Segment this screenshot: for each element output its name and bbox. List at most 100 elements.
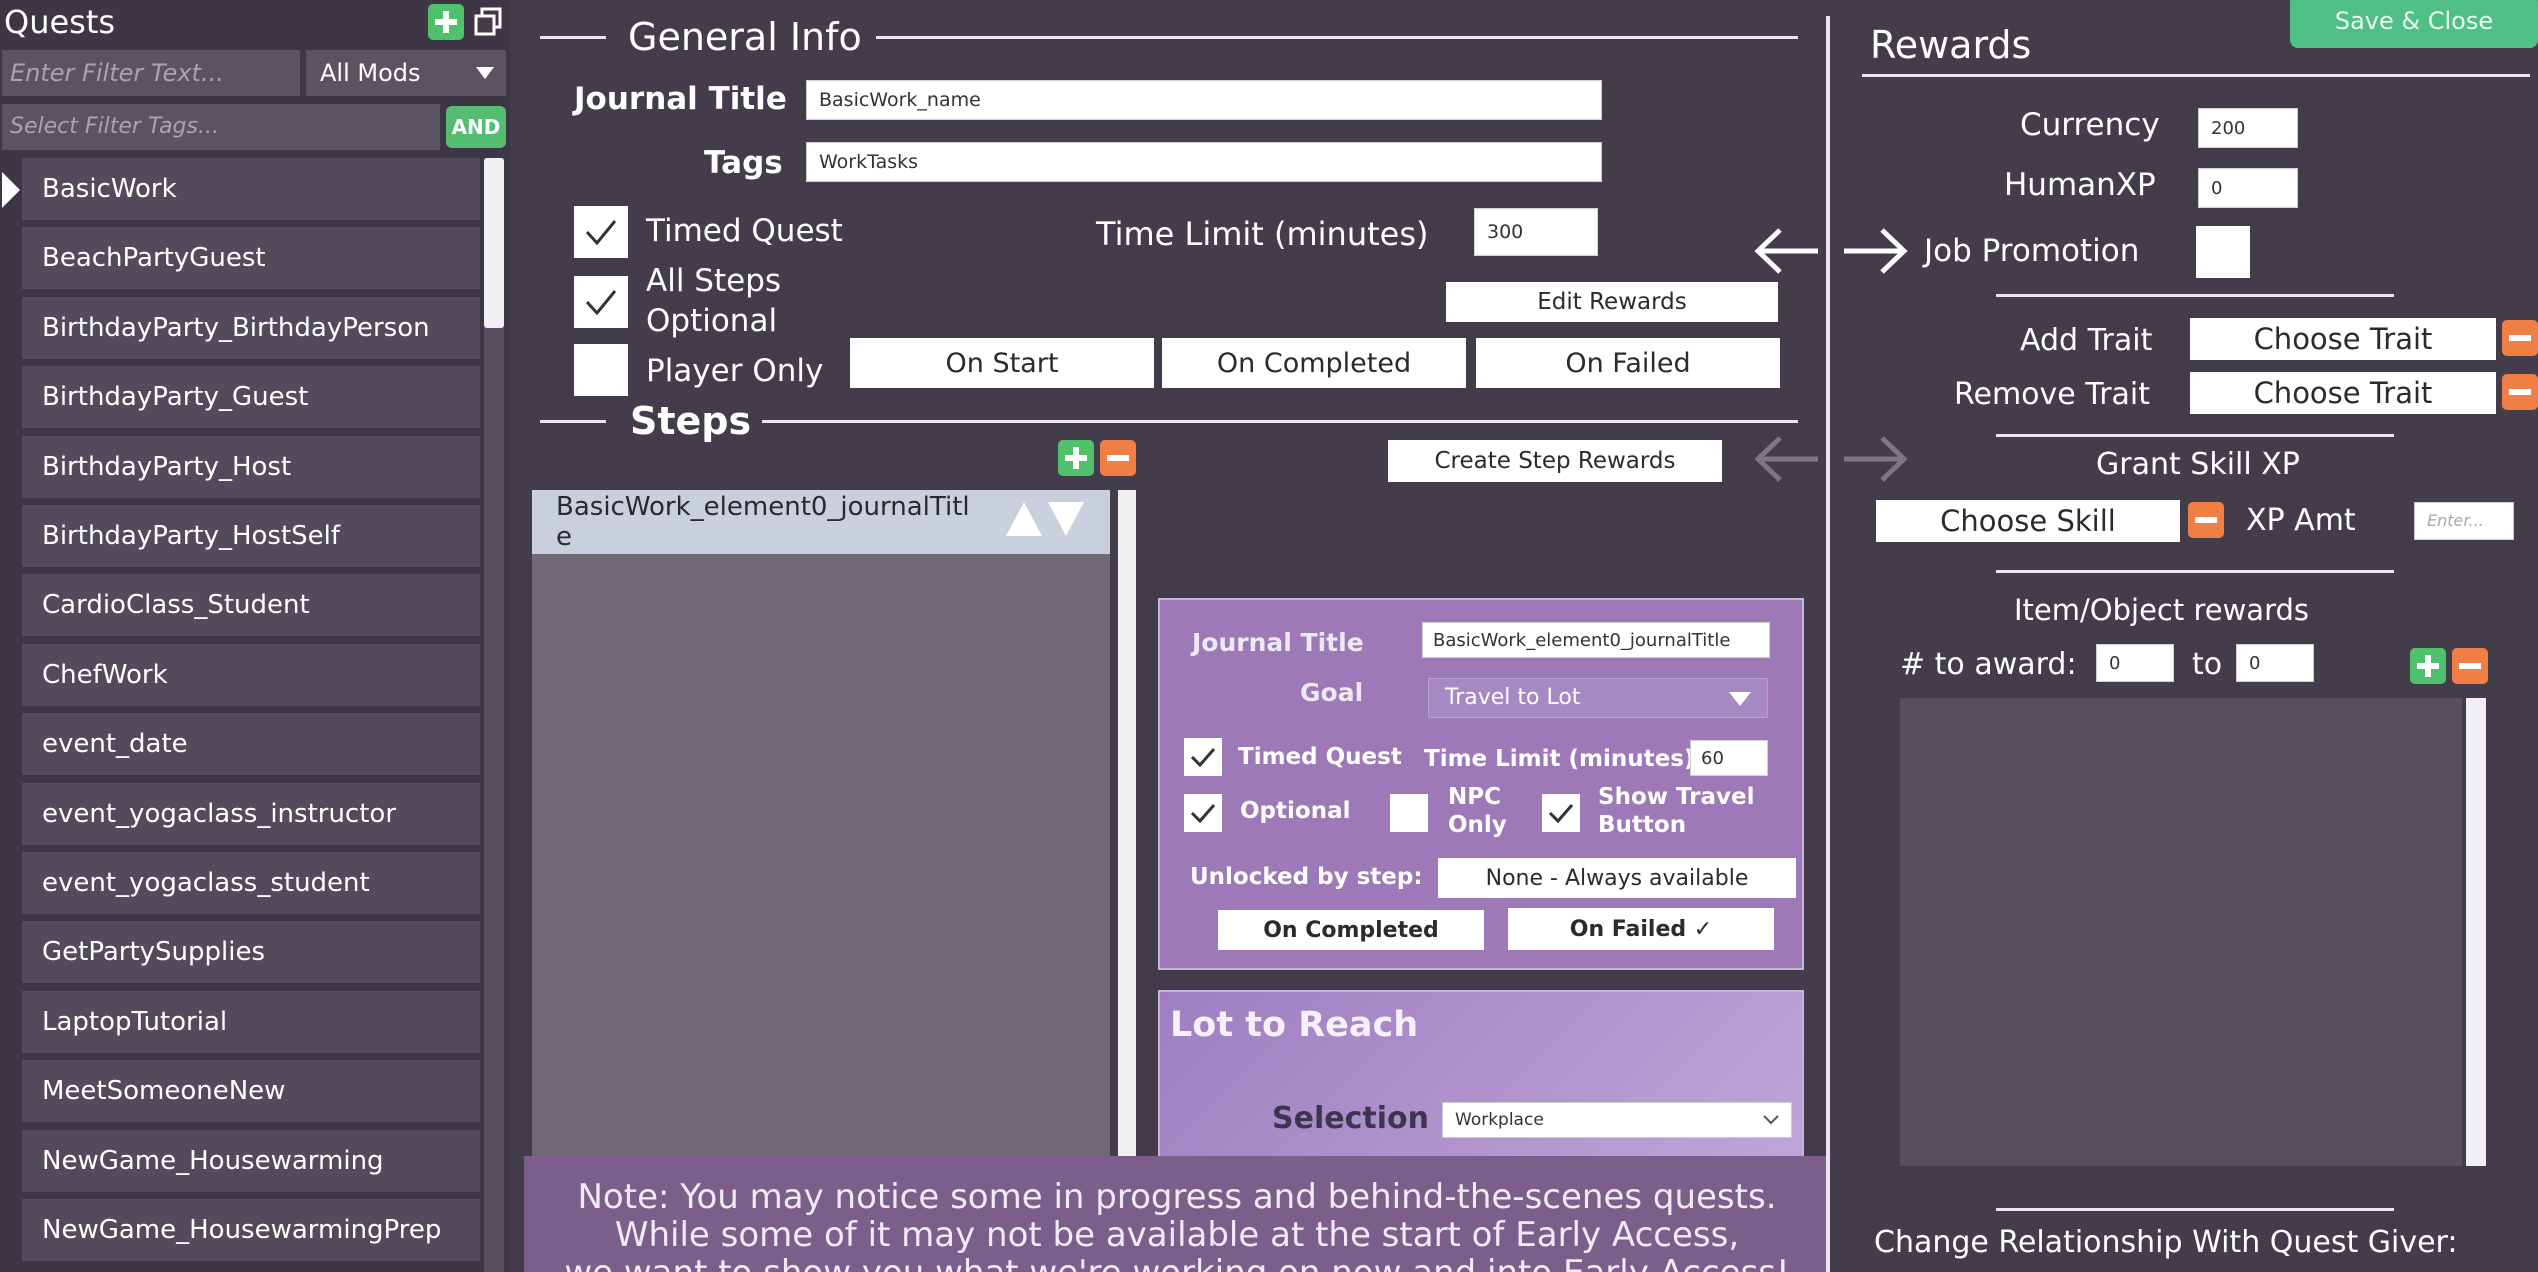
and-toggle-button[interactable]: AND	[446, 106, 506, 148]
job-promotion-label: Job Promotion	[1924, 233, 2140, 269]
quest-list-item[interactable]: BirthdayParty_HostSelf	[22, 505, 480, 567]
timed-quest-checkbox[interactable]	[574, 206, 628, 258]
arrow-right-icon[interactable]	[1840, 226, 1910, 276]
rewards-rule	[1862, 74, 2530, 77]
journal-title-input[interactable]: BasicWork_name	[806, 80, 1602, 120]
step-item-label-2: e	[556, 522, 572, 552]
to-award-to-input[interactable]: 0	[2236, 644, 2314, 682]
quest-list-scroll-thumb[interactable]	[484, 158, 504, 328]
plus-icon	[2417, 655, 2439, 677]
quest-list-item[interactable]: BirthdayParty_BirthdayPerson	[22, 296, 480, 359]
on-failed-button[interactable]: On Failed	[1476, 338, 1780, 388]
quest-list-item[interactable]: BirthdayParty_Guest	[22, 366, 480, 429]
remove-item-reward-button[interactable]	[2452, 648, 2488, 684]
player-only-checkbox[interactable]	[574, 344, 628, 396]
step-arrow-right-icon[interactable]	[1840, 434, 1910, 484]
to-award-from-input[interactable]: 0	[2096, 644, 2174, 682]
filter-tags-input[interactable]: Select Filter Tags...	[2, 104, 440, 150]
tags-input[interactable]: WorkTasks	[806, 142, 1602, 182]
quest-list-item[interactable]: BirthdayParty_Host	[22, 435, 480, 498]
step-timed-quest-checkbox[interactable]	[1184, 738, 1222, 776]
plus-icon	[1065, 447, 1087, 469]
step-journal-title-input[interactable]: BasicWork_element0_journalTitle	[1422, 622, 1770, 658]
steps-rule-right	[762, 420, 1798, 423]
move-down-icon[interactable]	[1048, 502, 1084, 536]
duplicate-quest-button[interactable]	[470, 4, 506, 40]
edit-rewards-button[interactable]: Edit Rewards	[1446, 282, 1778, 322]
minus-icon	[2509, 335, 2531, 341]
on-completed-button[interactable]: On Completed	[1162, 338, 1466, 388]
save-close-button[interactable]: Save & Close	[2290, 0, 2538, 48]
remove-add-trait-button[interactable]	[2502, 320, 2538, 356]
add-step-button[interactable]	[1058, 440, 1094, 476]
quest-list-item[interactable]: NewGame_Housewarming	[22, 1129, 480, 1192]
checkmark-icon	[585, 220, 617, 246]
steps-rule-left	[540, 420, 606, 423]
quest-list-item[interactable]: BasicWork	[22, 158, 480, 220]
remove-remove-trait-button[interactable]	[2502, 374, 2538, 410]
lot-selection-select[interactable]: Workplace	[1442, 1102, 1792, 1138]
quest-list-item[interactable]: BeachPartyGuest	[22, 227, 480, 290]
lot-selection-label: Selection	[1272, 1101, 1429, 1136]
quest-list-item[interactable]: CardioClass_Student	[22, 574, 480, 637]
add-quest-button[interactable]	[428, 4, 464, 40]
add-item-reward-button[interactable]	[2410, 648, 2446, 684]
on-start-button[interactable]: On Start	[850, 338, 1154, 388]
minus-icon	[2509, 389, 2531, 395]
add-trait-button[interactable]: Choose Trait	[2190, 318, 2496, 360]
filter-text-placeholder: Enter Filter Text...	[10, 59, 224, 87]
quest-list-item[interactable]: event_date	[22, 713, 480, 776]
and-toggle-label: AND	[451, 115, 501, 139]
step-arrow-left-icon[interactable]	[1752, 434, 1822, 484]
remove-trait-button[interactable]: Choose Trait	[2190, 372, 2496, 414]
panel-divider	[1826, 16, 1830, 1272]
job-promotion-checkbox[interactable]	[2196, 226, 2250, 278]
general-info-rule-right	[876, 36, 1798, 39]
quest-list-item[interactable]: LaptopTutorial	[22, 990, 480, 1053]
selected-arrow-icon	[2, 172, 20, 208]
remove-step-button[interactable]	[1100, 440, 1136, 476]
items-rule	[1996, 570, 2394, 573]
arrow-left-icon[interactable]	[1752, 226, 1822, 276]
to-award-label: # to award:	[1900, 647, 2077, 682]
mods-select[interactable]: All Mods	[306, 50, 506, 96]
quest-list-item[interactable]: MeetSomeoneNew	[22, 1060, 480, 1123]
minus-icon	[2459, 663, 2481, 669]
step-list	[532, 490, 1110, 1272]
quest-list-item[interactable]: GetPartySupplies	[22, 921, 480, 984]
currency-input[interactable]: 200	[2198, 108, 2298, 148]
time-limit-input[interactable]: 300	[1474, 208, 1598, 256]
item-rewards-heading: Item/Object rewards	[2014, 593, 2309, 627]
quest-list-item[interactable]: event_yogaclass_instructor	[22, 782, 480, 845]
quests-panel: Quests Enter Filter Text... All Mods Sel…	[0, 0, 510, 1272]
humanxp-input[interactable]: 0	[2198, 168, 2298, 208]
step-time-limit-input[interactable]: 60	[1690, 740, 1768, 776]
quest-list-item[interactable]: ChefWork	[22, 643, 480, 706]
move-up-icon[interactable]	[1006, 502, 1042, 536]
item-rewards-scrollbar[interactable]	[2466, 698, 2486, 1166]
step-on-completed-button[interactable]: On Completed	[1218, 910, 1484, 950]
quest-list-scrollbar[interactable]	[484, 158, 504, 1272]
step-show-travel-checkbox[interactable]	[1542, 794, 1580, 832]
quest-list-item[interactable]: event_yogaclass_student	[22, 852, 480, 914]
unlocked-by-step-button[interactable]: None - Always available	[1438, 858, 1796, 898]
remove-skill-button[interactable]	[2188, 502, 2224, 538]
xp-amt-input[interactable]: Enter...	[2414, 502, 2514, 540]
checkmark-icon	[1548, 804, 1574, 824]
create-step-rewards-button[interactable]: Create Step Rewards	[1388, 440, 1722, 482]
timed-quest-label: Timed Quest	[646, 213, 843, 249]
step-on-failed-button[interactable]: On Failed ✓	[1508, 908, 1774, 950]
step-optional-checkbox[interactable]	[1184, 794, 1222, 832]
player-only-label: Player Only	[646, 353, 824, 389]
checkmark-icon	[1190, 804, 1216, 824]
quest-list-item[interactable]: NewGame_HousewarmingPrep	[22, 1199, 480, 1261]
all-steps-optional-checkbox[interactable]	[574, 276, 628, 328]
choose-skill-button[interactable]: Choose Skill	[1876, 500, 2180, 542]
filter-text-input[interactable]: Enter Filter Text...	[2, 50, 300, 96]
relationship-rule	[1996, 1208, 2394, 1211]
step-goal-select[interactable]: Travel to Lot	[1428, 678, 1768, 718]
step-npc-only-checkbox[interactable]	[1390, 794, 1428, 832]
step-list-scrollbar[interactable]	[1118, 490, 1136, 1272]
step-npc-only-label-1: NPC	[1448, 784, 1501, 810]
step-list-item-selected[interactable]: BasicWork_element0_journalTitl e	[532, 490, 1110, 554]
